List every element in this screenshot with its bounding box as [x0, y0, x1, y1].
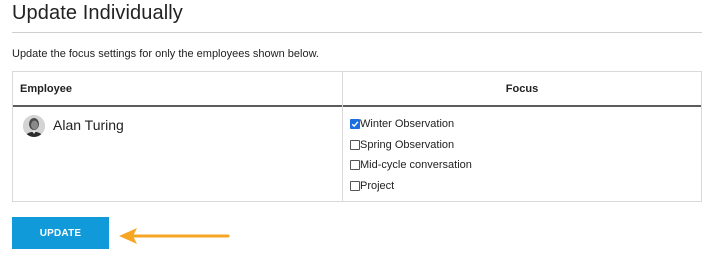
left-arrow-icon	[119, 228, 230, 244]
focus-option-label: Spring Observation	[360, 138, 455, 151]
page-title: Update Individually	[12, 2, 183, 24]
checkbox-project[interactable]	[350, 180, 360, 191]
focus-option-project[interactable]: Project	[350, 176, 472, 197]
avatar	[23, 115, 45, 137]
column-header-employee: Employee	[20, 83, 72, 95]
header-divider	[13, 105, 701, 107]
checkbox-winter-observation[interactable]	[350, 119, 360, 130]
page-description: Update the focus settings for only the e…	[12, 48, 319, 60]
focus-option-label: Mid-cycle conversation	[360, 159, 472, 172]
focus-option-mid-cycle-conversation[interactable]: Mid-cycle conversation	[350, 155, 472, 176]
focus-option-label: Winter Observation	[360, 118, 455, 131]
focus-option-label: Project	[360, 179, 395, 192]
checkmark-icon	[351, 121, 359, 128]
checkbox-mid-cycle-conversation[interactable]	[350, 160, 360, 171]
employee-name: Alan Turing	[53, 117, 124, 133]
focus-options: Winter Observation Spring Observation Mi…	[350, 114, 472, 196]
avatar-photo	[23, 115, 45, 137]
page: Update Individually Update the focus set…	[0, 0, 714, 257]
column-header-focus: Focus	[505, 83, 539, 95]
employee-focus-table: Employee Focus Alan Turing Winter Observ…	[12, 71, 702, 202]
title-divider	[12, 32, 702, 33]
checkbox-spring-observation[interactable]	[350, 139, 360, 150]
focus-option-spring-observation[interactable]: Spring Observation	[350, 135, 472, 156]
focus-option-winter-observation[interactable]: Winter Observation	[350, 114, 472, 135]
column-separator	[342, 72, 343, 201]
update-button[interactable]: UPDATE	[12, 217, 109, 249]
